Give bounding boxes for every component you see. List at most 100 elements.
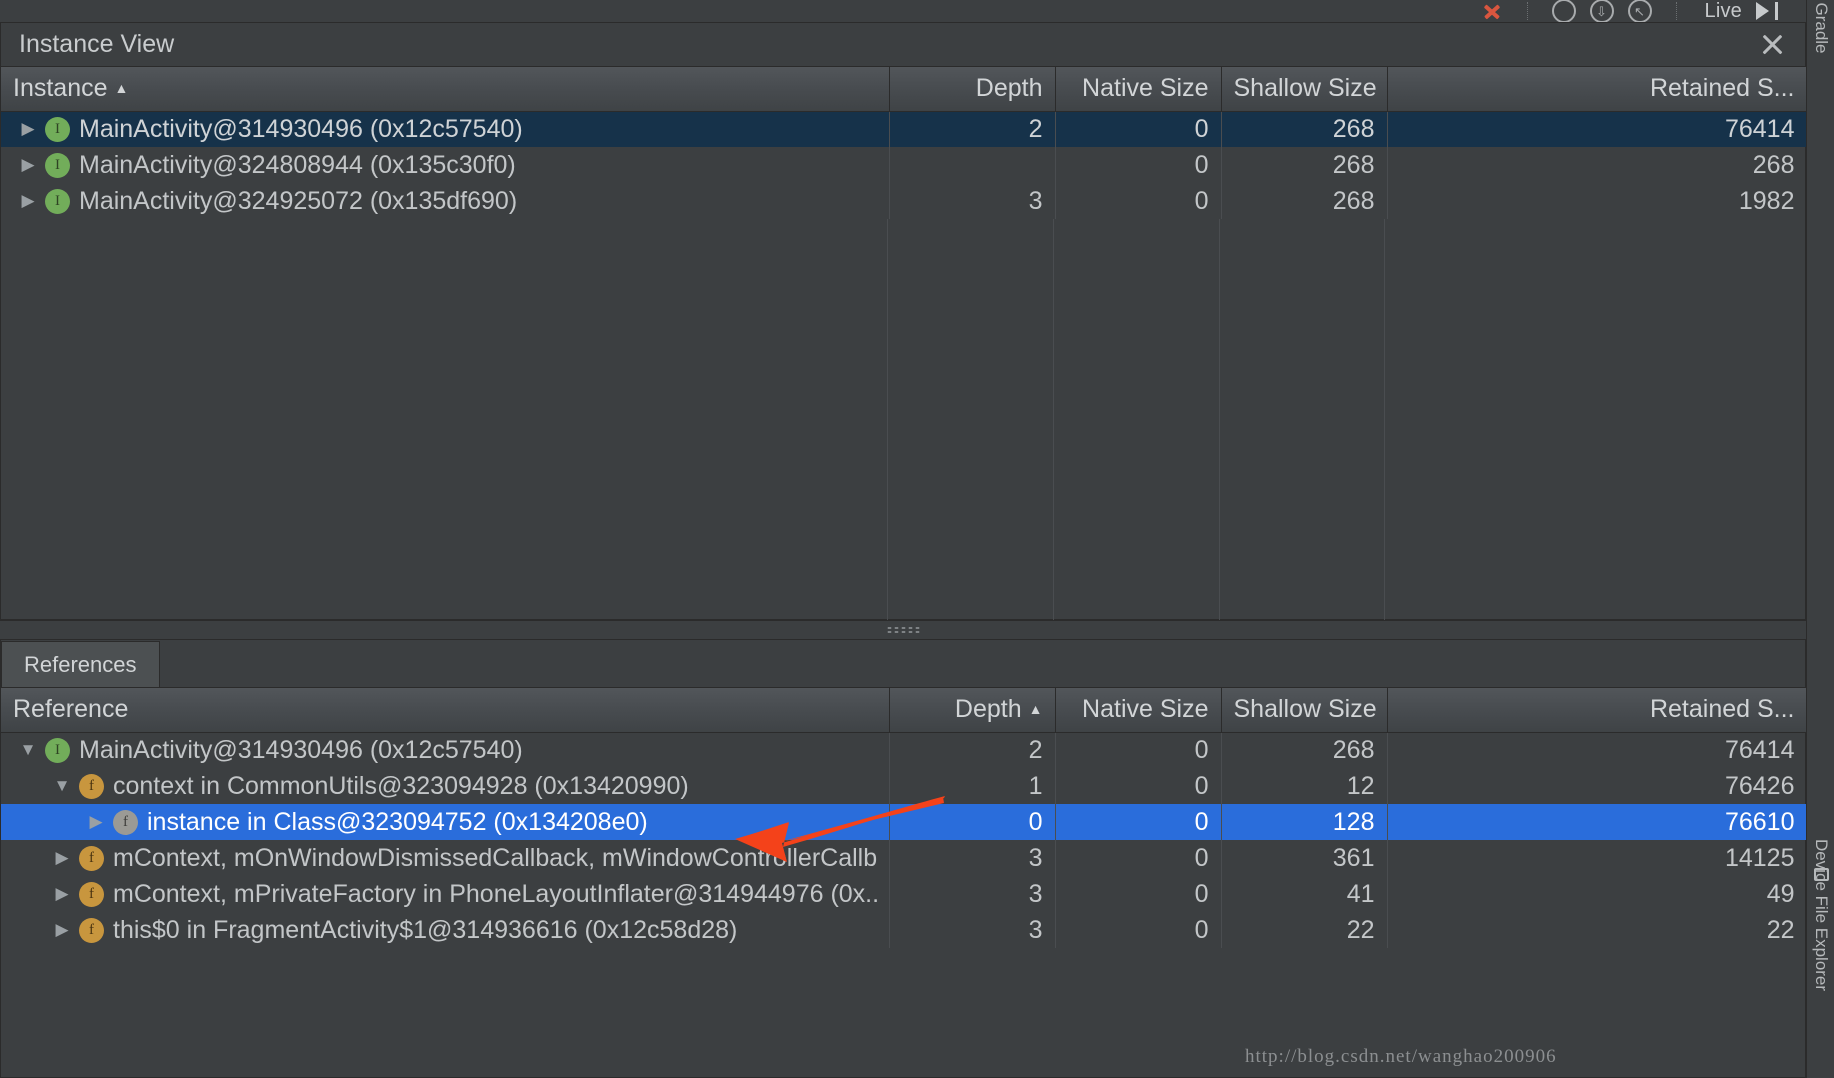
watermark-text: http://blog.csdn.net/wanghao200906 — [1245, 1046, 1557, 1067]
twisty-collapsed-icon[interactable]: ▶ — [11, 155, 45, 175]
column-label: Retained S... — [1649, 695, 1795, 724]
cell-depth: 3 — [889, 183, 1056, 219]
cell-retained-size: 268 — [1387, 147, 1808, 183]
column-label: Native Size — [1082, 695, 1209, 724]
circle-arrow-down-icon[interactable]: ⇩ — [1589, 0, 1614, 22]
row-label: context in CommonUtils@323094928 (0x1342… — [113, 771, 689, 800]
circle-empty-icon[interactable] — [1551, 0, 1576, 22]
twisty-collapsed-icon[interactable]: ▶ — [11, 191, 45, 211]
twisty-collapsed-icon[interactable]: ▶ — [45, 848, 79, 868]
instance-table-empty-area — [1, 219, 1805, 620]
cell-depth: 0 — [889, 804, 1056, 840]
table-row[interactable]: ▶ f this$0 in FragmentActivity$1@314936616… — [1, 912, 1808, 948]
empty-column-guide — [1220, 219, 1386, 620]
cell-name: ▶ I MainActivity@314930496 (0x12c57540) — [1, 111, 890, 147]
rail-item-gradle[interactable]: Gradle — [1811, 2, 1831, 53]
row-label: MainActivity@314930496 (0x12c57540) — [79, 735, 523, 764]
cell-native-size: 0 — [1055, 732, 1222, 768]
column-label: Shallow Size — [1233, 74, 1377, 103]
cell-name: ▶ f mContext, mPrivateFactory in PhoneLayo… — [1, 876, 890, 912]
twisty-collapsed-icon[interactable]: ▶ — [11, 119, 45, 139]
sort-asc-icon: ▲ — [114, 80, 129, 97]
circle-arrow-up-left-icon[interactable]: ↖ — [1627, 0, 1652, 22]
close-x-icon[interactable] — [1481, 0, 1503, 22]
profiler-toolbar[interactable]: ⇩ ↖ Live — [0, 0, 1806, 22]
column-header-instance[interactable]: Instance ▲ — [1, 67, 890, 112]
column-header-shallow-size[interactable]: Shallow Size — [1221, 688, 1388, 733]
cell-retained-size: 22 — [1387, 912, 1808, 948]
column-header-reference[interactable]: Reference — [1, 688, 890, 733]
row-label: MainActivity@324808944 (0x135c30f0) — [79, 150, 516, 179]
cell-shallow-size: 268 — [1221, 732, 1388, 768]
table-row[interactable]: ▶ I MainActivity@324925072 (0x135df690) 3 0 2… — [1, 183, 1808, 219]
cell-shallow-size: 268 — [1221, 183, 1388, 219]
field-badge-icon: f — [79, 881, 104, 907]
close-icon[interactable] — [1757, 30, 1787, 60]
column-label: Native Size — [1082, 74, 1209, 103]
cell-name: ▶ f this$0 in FragmentActivity$1@314936616… — [1, 912, 890, 948]
column-label: Instance — [13, 74, 108, 103]
row-label: this$0 in FragmentActivity$1@314936616 (… — [113, 915, 738, 944]
twisty-collapsed-icon[interactable]: ▶ — [79, 812, 113, 832]
rail-item-device-file-explorer[interactable]: Device File Explorer — [1811, 839, 1831, 991]
column-header-depth[interactable]: Depth ▲ — [889, 688, 1056, 733]
cell-retained-size: 76610 — [1387, 804, 1808, 840]
cell-name: ▼ I MainActivity@314930496 (0x12c57540) — [1, 732, 890, 768]
instance-table-header: Instance ▲ Depth Native Size Shallow Size… — [1, 67, 1808, 112]
column-header-shallow-size[interactable]: Shallow Size — [1221, 67, 1388, 112]
cell-shallow-size: 268 — [1221, 147, 1388, 183]
row-label: instance in Class@323094752 (0x134208e0) — [147, 807, 648, 836]
references-table-header: Reference Depth ▲ Native Size Shallow Siz… — [1, 688, 1808, 733]
cell-shallow-size: 268 — [1221, 111, 1388, 147]
empty-column-guide — [1054, 219, 1220, 620]
tab-references[interactable]: References — [1, 641, 160, 687]
row-label: mContext, mPrivateFactory in PhoneLayout… — [113, 879, 877, 908]
column-header-native-size[interactable]: Native Size — [1055, 67, 1222, 112]
instance-badge-icon: I — [45, 152, 70, 178]
instance-table-body: ▶ I MainActivity@314930496 (0x12c57540) 2 0 2… — [1, 111, 1808, 219]
field-badge-icon: f — [79, 773, 104, 799]
column-label: Reference — [13, 695, 129, 724]
row-label: MainActivity@314930496 (0x12c57540) — [79, 114, 523, 143]
cell-shallow-size: 22 — [1221, 912, 1388, 948]
field-badge-icon: f — [79, 917, 104, 943]
cell-depth: 3 — [889, 912, 1056, 948]
right-tool-rail: Gradle Device File Explorer — [1806, 0, 1834, 1078]
twisty-expanded-icon[interactable]: ▼ — [45, 776, 79, 796]
column-header-depth[interactable]: Depth — [889, 67, 1056, 112]
cell-shallow-size: 12 — [1221, 768, 1388, 804]
table-row[interactable]: ▶ f instance in Class@323094752 (0x134208e… — [1, 804, 1808, 840]
cell-retained-size: 1982 — [1387, 183, 1808, 219]
column-label: Depth — [954, 695, 1022, 724]
table-row[interactable]: ▼ f context in CommonUtils@323094928 (0x13… — [1, 768, 1808, 804]
panel-splitter[interactable] — [0, 620, 1806, 640]
column-label: Shallow Size — [1233, 695, 1377, 724]
twisty-collapsed-icon[interactable]: ▶ — [45, 884, 79, 904]
twisty-collapsed-icon[interactable]: ▶ — [45, 920, 79, 940]
row-label: mContext, mOnWindowDismissedCallback, mW… — [113, 843, 877, 872]
references-table-body: ▼ I MainActivity@314930496 (0x12c57540) 2 0 2… — [1, 732, 1808, 948]
column-label: Depth — [975, 74, 1043, 103]
instance-badge-icon: I — [45, 737, 70, 763]
cell-depth — [889, 147, 1056, 183]
table-row[interactable]: ▶ f mContext, mPrivateFactory in PhoneLayo… — [1, 876, 1808, 912]
table-row[interactable]: ▶ I MainActivity@314930496 (0x12c57540) 2 0 2… — [1, 111, 1808, 147]
twisty-expanded-icon[interactable]: ▼ — [11, 740, 45, 760]
toolbar-separator-2 — [1675, 2, 1677, 20]
table-row[interactable]: ▶ I MainActivity@324808944 (0x135c30f0) 0 26… — [1, 147, 1808, 183]
cell-native-size: 0 — [1055, 147, 1222, 183]
instance-table: Instance ▲ Depth Native Size Shallow Size… — [1, 67, 1808, 219]
empty-column-guide — [888, 219, 1054, 620]
splitter-grip-icon — [886, 626, 920, 634]
cell-native-size: 0 — [1055, 840, 1222, 876]
cell-shallow-size: 361 — [1221, 840, 1388, 876]
column-header-retained-size[interactable]: Retained S... — [1387, 67, 1808, 112]
play-to-end-icon[interactable] — [1756, 1, 1782, 21]
table-row[interactable]: ▼ I MainActivity@314930496 (0x12c57540) 2 0 2… — [1, 732, 1808, 768]
cell-depth: 1 — [889, 768, 1056, 804]
cell-retained-size: 76414 — [1387, 732, 1808, 768]
table-row[interactable]: ▶ f mContext, mOnWindowDismissedCallback, … — [1, 840, 1808, 876]
empty-column-guide — [1385, 219, 1805, 620]
column-header-native-size[interactable]: Native Size — [1055, 688, 1222, 733]
column-header-retained-size[interactable]: Retained S... — [1387, 688, 1808, 733]
